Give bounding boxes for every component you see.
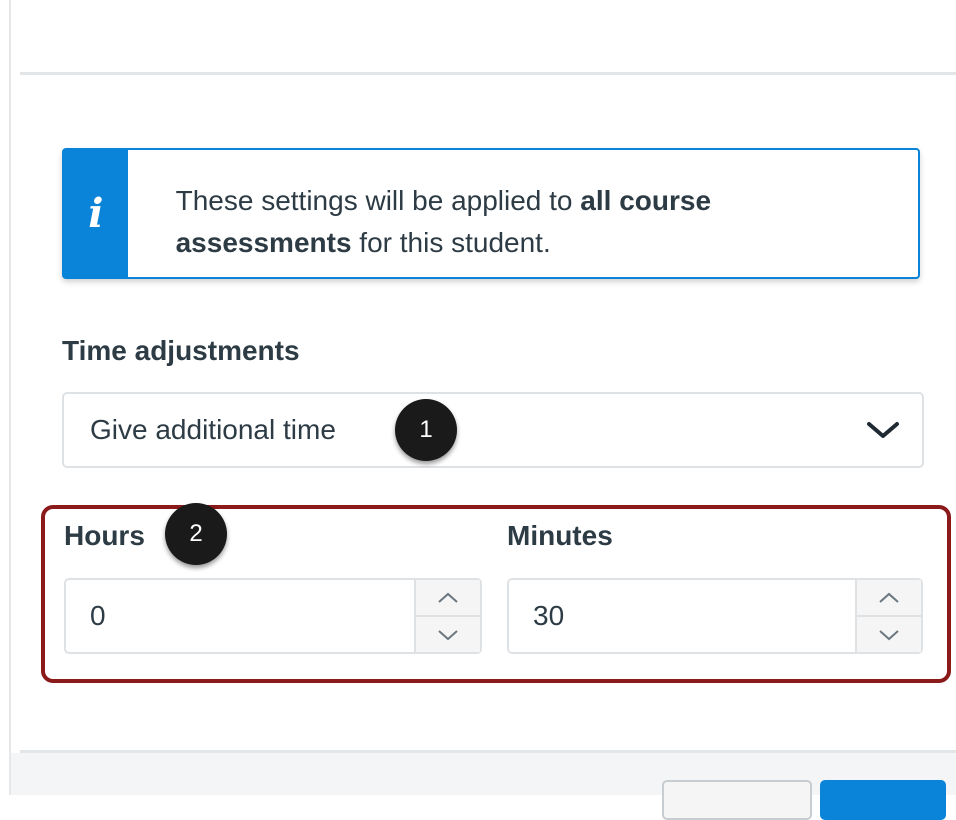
- chevron-up-icon: [879, 592, 899, 603]
- minutes-increment-button[interactable]: [857, 580, 921, 615]
- chevron-down-icon: [879, 629, 899, 640]
- hours-stepper: [414, 580, 480, 652]
- hours-value[interactable]: 0: [66, 580, 414, 652]
- callout-badge-2: 2: [165, 503, 227, 565]
- chevron-up-icon: [438, 592, 458, 603]
- callout-badge-1: 1: [395, 399, 457, 461]
- hours-label: Hours: [64, 520, 145, 551]
- info-alert: i These settings will be applied to all …: [62, 148, 920, 279]
- time-adjustments-label: Time adjustments: [62, 335, 300, 366]
- info-icon: i: [88, 190, 104, 237]
- modal-left-border: [9, 0, 11, 795]
- modal-footer: [11, 753, 956, 795]
- hours-decrement-button[interactable]: [416, 615, 480, 652]
- time-adjustments-select[interactable]: Give additional time: [62, 392, 924, 468]
- minutes-label: Minutes: [507, 520, 613, 551]
- minutes-decrement-button[interactable]: [857, 615, 921, 652]
- save-button[interactable]: [820, 780, 946, 820]
- minutes-stepper: [855, 580, 921, 652]
- minutes-value[interactable]: 30: [509, 580, 855, 652]
- chevron-down-icon: [867, 422, 899, 438]
- header-divider: [20, 72, 956, 75]
- hours-increment-button[interactable]: [416, 580, 480, 615]
- cancel-button[interactable]: [662, 780, 812, 820]
- minutes-input[interactable]: 30: [507, 578, 923, 654]
- chevron-down-icon: [438, 629, 458, 640]
- alert-message: These settings will be applied to all co…: [175, 185, 712, 258]
- alert-icon-column: i: [64, 150, 128, 277]
- time-adjustments-selected-value: Give additional time: [90, 414, 336, 445]
- hours-input[interactable]: 0: [64, 578, 482, 654]
